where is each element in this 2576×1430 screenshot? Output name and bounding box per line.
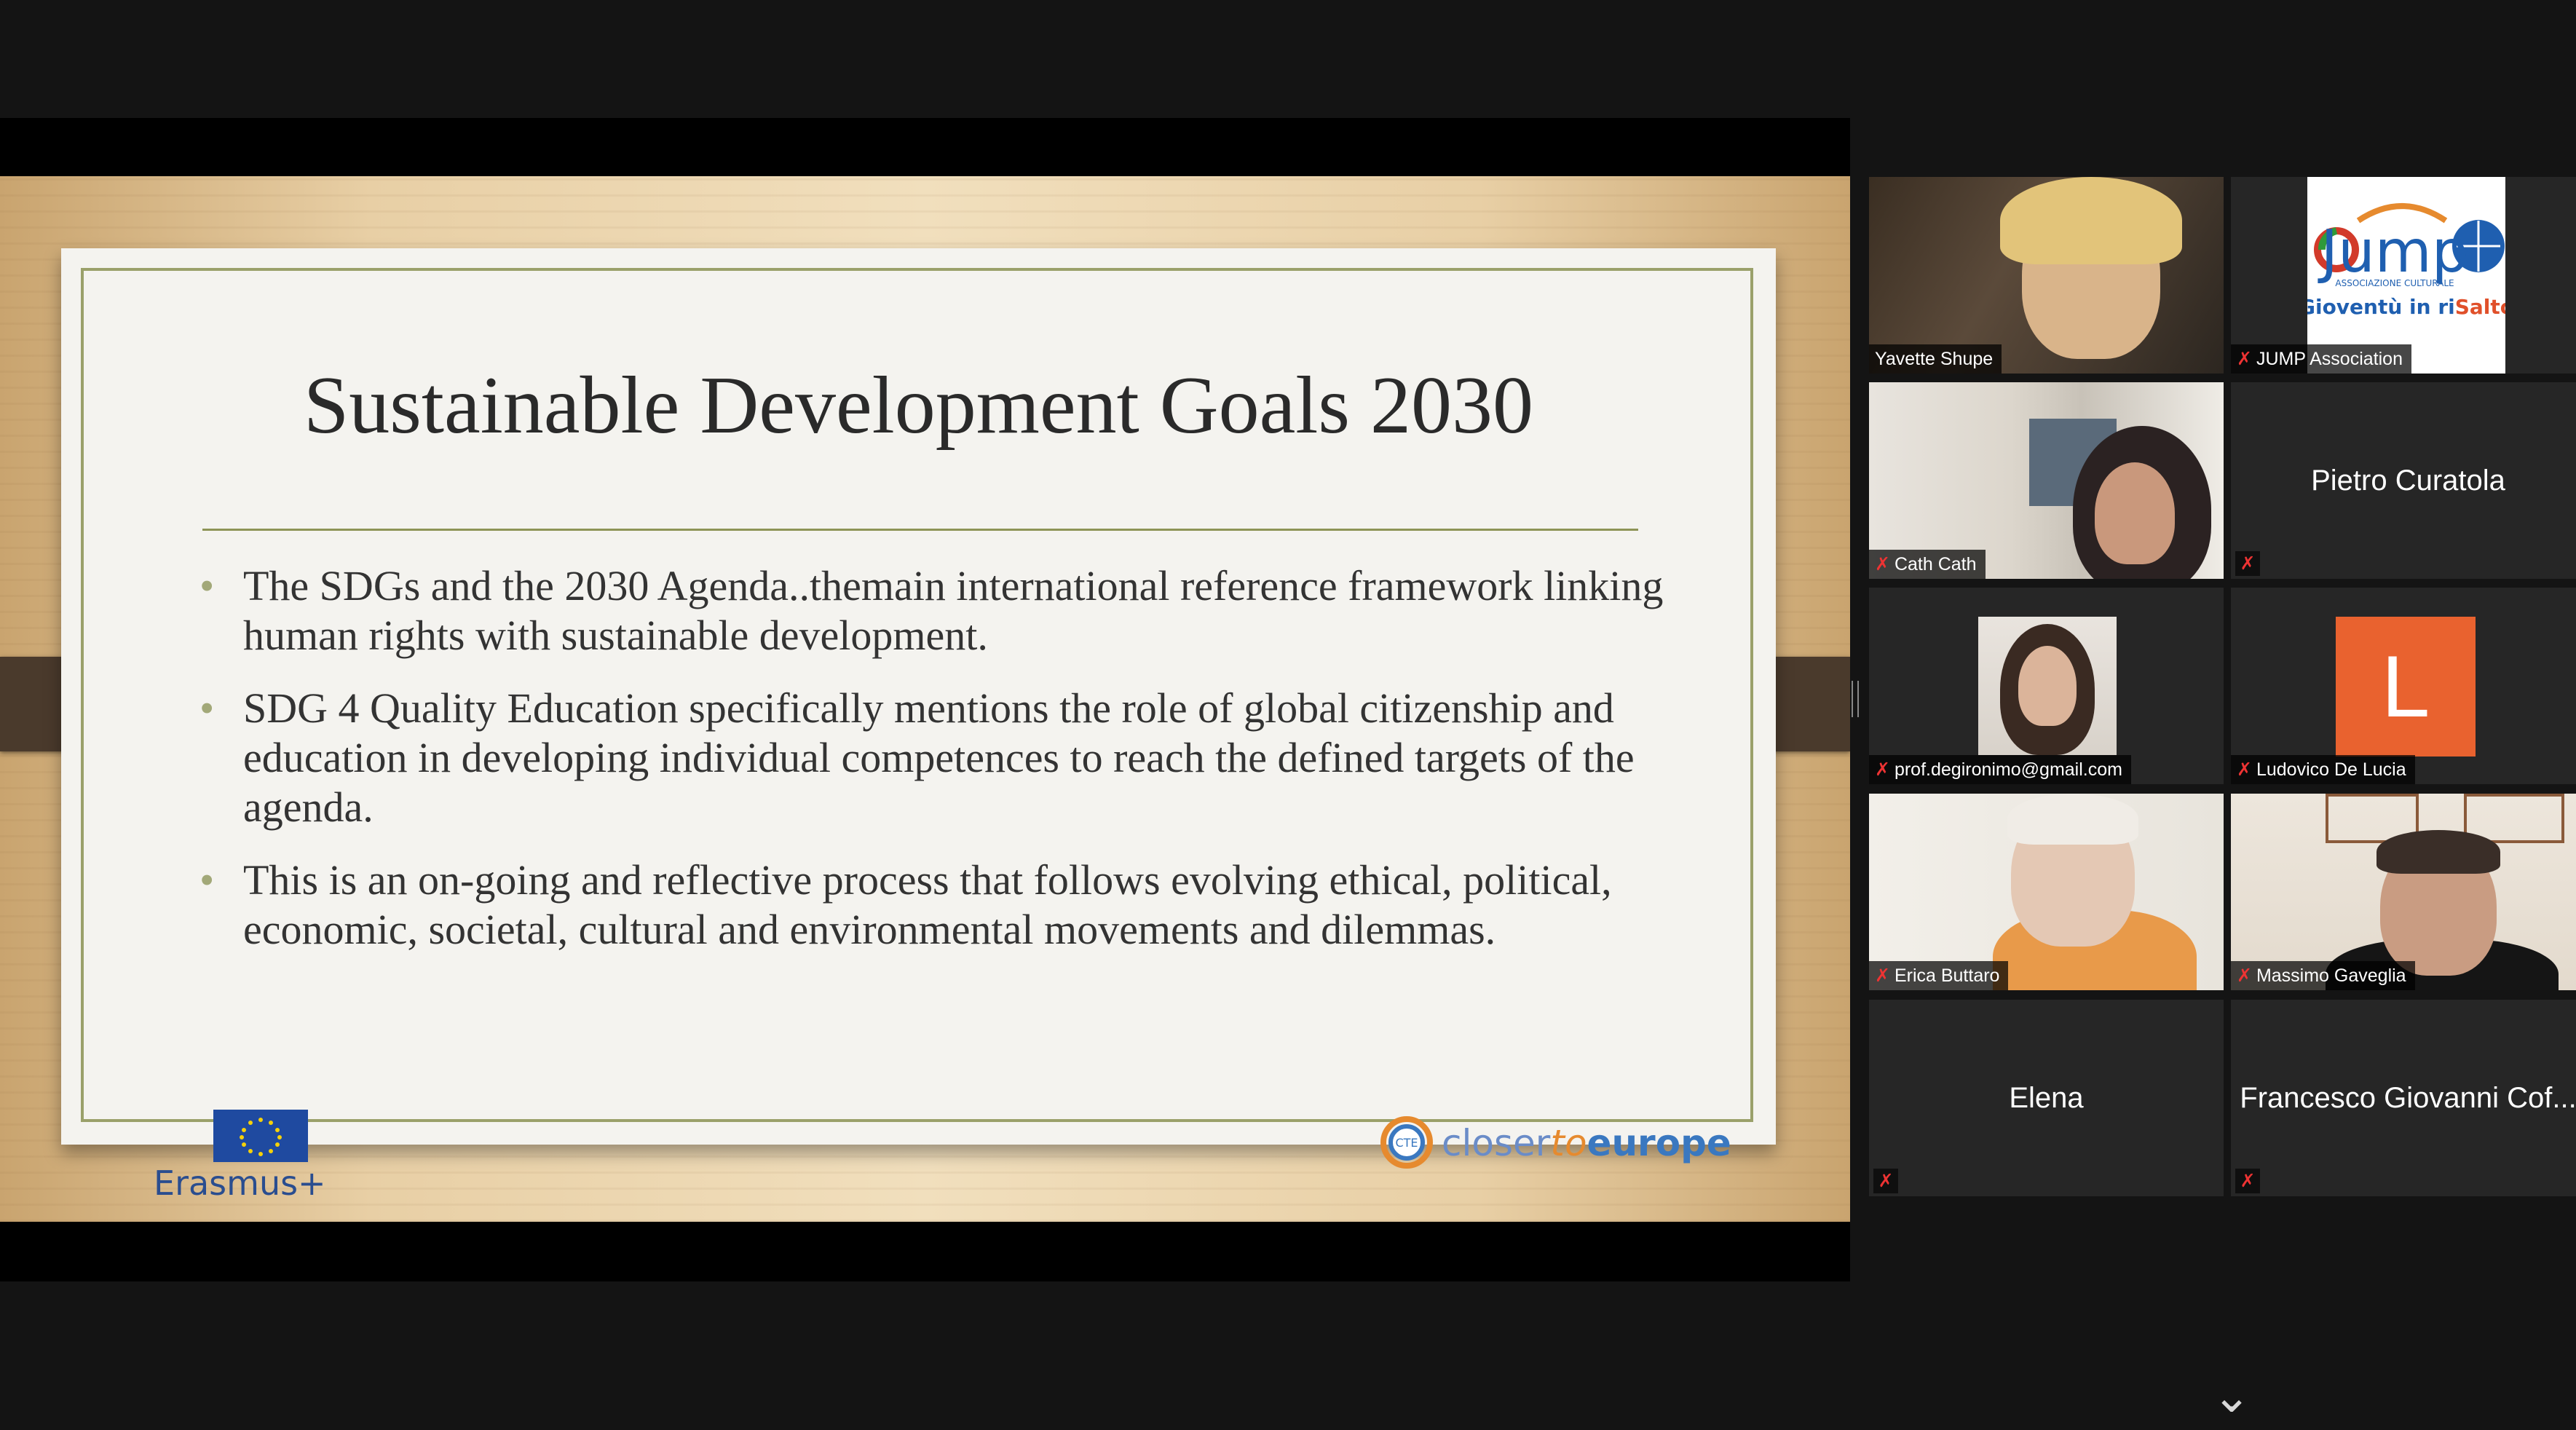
- eu-flag-icon: [213, 1110, 308, 1162]
- mic-off-icon: ✗: [1875, 554, 1890, 574]
- mic-off-icon: ✗: [2235, 1169, 2260, 1193]
- cte-circle-icon: CTE: [1380, 1116, 1433, 1169]
- bullet-list: • The SDGs and the 2030 Agenda..themain …: [199, 561, 1692, 978]
- shared-screen: Sustainable Development Goals 2030 • The…: [0, 118, 1850, 1281]
- participant-tile-ludovico[interactable]: L ✗ Ludovico De Lucia: [2231, 588, 2576, 784]
- participant-name: Elena: [2009, 1081, 2084, 1114]
- top-bar: [0, 0, 2576, 118]
- mic-off-icon: ✗: [1873, 1169, 1898, 1193]
- title-rule: [202, 529, 1638, 531]
- mic-off-icon: ✗: [1875, 759, 1890, 780]
- bullet-item: • This is an on-going and reflective pro…: [199, 856, 1612, 953]
- participant-name: Francesco Giovanni Cof...: [2240, 1081, 2576, 1114]
- chevron-up-icon[interactable]: ⌃: [2206, 0, 2257, 28]
- participant-name: Pietro Curatola: [2311, 464, 2505, 497]
- participant-name: Ludovico De Lucia: [2256, 759, 2406, 780]
- participant-name: JUMP Association: [2256, 349, 2403, 369]
- bullet-icon: •: [199, 856, 215, 904]
- participant-name: Erica Buttaro: [1894, 965, 2000, 986]
- participant-tile-degironimo[interactable]: ✗ prof.degironimo@gmail.com: [1869, 588, 2224, 784]
- bullet-icon: •: [199, 562, 215, 609]
- participant-name: Massimo Gaveglia: [2256, 965, 2406, 986]
- avatar: L: [2336, 617, 2476, 757]
- participant-name: Cath Cath: [1894, 554, 1977, 574]
- panel-resize-handle[interactable]: [1852, 681, 1859, 717]
- erasmus-label: Erasmus+: [154, 1164, 326, 1203]
- svg-text:Jump: Jump: [2317, 218, 2468, 285]
- mic-off-icon: ✗: [2237, 965, 2252, 986]
- participant-tile-massimo[interactable]: ✗ Massimo Gaveglia: [2231, 794, 2576, 990]
- participant-name: Yavette Shupe: [1875, 349, 1994, 369]
- erasmus-logo: Erasmus+: [154, 1110, 372, 1204]
- participant-tile-yavette[interactable]: Yavette Shupe: [1869, 177, 2224, 374]
- participant-tile-jump[interactable]: Jump ASSOCIAZIONE CULTURALE Gioventù in …: [2231, 177, 2576, 374]
- participant-tile-elena[interactable]: Elena ✗: [1869, 1000, 2224, 1196]
- svg-text:Gioventù in riSalto: Gioventù in riSalto: [2307, 295, 2505, 319]
- svg-text:ASSOCIAZIONE CULTURALE: ASSOCIAZIONE CULTURALE: [2335, 278, 2454, 288]
- participant-thumbnail: [1978, 617, 2117, 755]
- chevron-down-icon[interactable]: ⌄: [2206, 1370, 2257, 1421]
- closer-to-europe-logo: CTE closertoeurope: [1379, 1107, 1731, 1180]
- bullet-item: • The SDGs and the 2030 Agenda..themain …: [199, 562, 1664, 659]
- participant-tile-cath[interactable]: ✗ Cath Cath: [1869, 382, 2224, 579]
- slide-background: Sustainable Development Goals 2030 • The…: [0, 176, 1850, 1222]
- mic-off-icon: ✗: [1875, 965, 1890, 986]
- mic-off-icon: ✗: [2237, 759, 2252, 780]
- participant-name: prof.degironimo@gmail.com: [1894, 759, 2122, 780]
- mic-off-icon: ✗: [2237, 349, 2252, 369]
- slide-title: Sustainable Development Goals 2030: [303, 360, 1534, 451]
- svg-text:CTE: CTE: [1395, 1136, 1418, 1150]
- participant-tile-erica[interactable]: ✗ Erica Buttaro: [1869, 794, 2224, 990]
- participant-tile-francesco[interactable]: Francesco Giovanni Cof... ✗: [2231, 1000, 2576, 1196]
- bullet-item: • SDG 4 Quality Education specifically m…: [199, 684, 1635, 831]
- slide-paper: Sustainable Development Goals 2030 • The…: [61, 248, 1776, 1203]
- mic-off-icon: ✗: [2235, 551, 2260, 576]
- bullet-icon: •: [199, 684, 215, 732]
- participant-tile-pietro[interactable]: Pietro Curatola ✗: [2231, 382, 2576, 579]
